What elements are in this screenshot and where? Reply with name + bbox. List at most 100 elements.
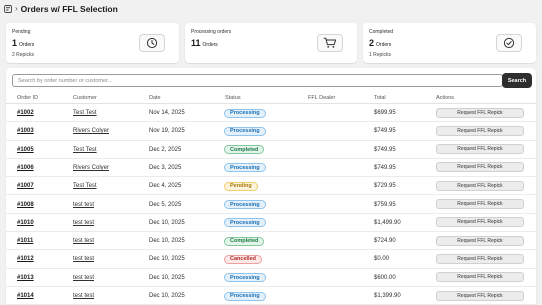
order-total: $729.95: [374, 183, 396, 190]
order-total: $749.95: [374, 128, 396, 135]
status-badge: Pending: [224, 181, 258, 191]
customer-link[interactable]: test test: [73, 202, 94, 208]
column-header-date: Date: [149, 95, 161, 101]
card-label: Processing orders: [191, 29, 232, 35]
customer-link[interactable]: Rivers Colyer: [73, 128, 109, 134]
column-header-order-id: Order ID: [17, 95, 39, 101]
card-label: Completed: [369, 29, 394, 35]
request-ffl-repick-button[interactable]: Request FFL Repick: [436, 125, 524, 136]
card-count: 1 Orders: [12, 38, 34, 48]
completed-card: Completed 2 Orders 1 Repicks: [363, 23, 536, 63]
order-id-link[interactable]: #1007: [17, 183, 34, 189]
request-ffl-repick-button[interactable]: Request FFL Repick: [436, 144, 524, 155]
order-date: Dec 10, 2025: [149, 256, 185, 263]
search-button[interactable]: Search: [502, 73, 532, 88]
order-date: Dec 2, 2025: [149, 146, 182, 153]
request-ffl-repick-button[interactable]: Request FFL Repick: [436, 272, 524, 283]
orders-panel: Search Order ID Customer Date Status FFL…: [6, 68, 536, 305]
card-count-value: 11: [191, 38, 201, 48]
cart-icon: [317, 34, 343, 52]
order-total: $749.95: [374, 164, 396, 171]
check-circle-icon: [496, 34, 522, 52]
order-id-link[interactable]: #1002: [17, 110, 34, 116]
card-count-unit: Orders: [202, 42, 218, 48]
table-row: #1012 test test Dec 10, 2025 Cancelled $0.00…: [6, 250, 536, 269]
card-count-unit: Orders: [19, 42, 35, 48]
order-total: $600.00: [374, 274, 396, 281]
request-ffl-repick-button[interactable]: Request FFL Repick: [436, 162, 524, 173]
customer-link[interactable]: Test Test: [73, 110, 97, 116]
card-count-unit: Orders: [376, 42, 392, 48]
order-date: Dec 4, 2025: [149, 183, 182, 190]
order-date: Dec 10, 2025: [149, 219, 185, 226]
order-id-link[interactable]: #1013: [17, 275, 34, 281]
table-row: #1008 test test Dec 5, 2025 Processing $759.…: [6, 196, 536, 214]
column-header-status: Status: [225, 95, 241, 101]
request-ffl-repick-button[interactable]: Request FFL Repick: [436, 199, 524, 209]
customer-link[interactable]: test test: [73, 293, 94, 299]
status-badge: Completed: [224, 145, 265, 155]
order-date: Nov 14, 2025: [149, 110, 185, 116]
card-subtext: 1 Repicks: [369, 52, 391, 58]
customer-link[interactable]: Rivers Colyer: [73, 165, 109, 171]
pending-card: Pending 1 Orders 2 Repicks: [6, 23, 179, 63]
status-badge: Processing: [224, 108, 266, 118]
top-bar: › Orders w/ FFL Selection: [0, 0, 542, 18]
request-ffl-repick-button[interactable]: Request FFL Repick: [436, 253, 524, 264]
order-id-link[interactable]: #1014: [17, 293, 34, 299]
order-date: Dec 10, 2025: [149, 274, 185, 281]
request-ffl-repick-button[interactable]: Request FFL Repick: [436, 180, 524, 191]
app-logo-icon[interactable]: [4, 5, 12, 13]
column-header-total: Total: [374, 95, 386, 101]
request-ffl-repick-button[interactable]: Request FFL Repick: [436, 107, 524, 118]
order-id-link[interactable]: #1006: [17, 165, 34, 171]
order-total: $749.95: [374, 146, 396, 153]
request-ffl-repick-button[interactable]: Request FFL Repick: [436, 217, 524, 228]
table-header: Order ID Customer Date Status FFL Dealer…: [6, 92, 536, 104]
order-date: Dec 5, 2025: [149, 201, 182, 208]
card-count-value: 2: [369, 38, 375, 48]
card-label: Pending: [12, 29, 31, 35]
customer-link[interactable]: Test Test: [73, 183, 97, 189]
customer-link[interactable]: test test: [73, 275, 94, 281]
card-count: 2 Orders: [369, 38, 391, 48]
customer-link[interactable]: test test: [73, 220, 94, 226]
column-header-actions: Actions: [436, 95, 455, 101]
request-ffl-repick-button[interactable]: Request FFL Repick: [436, 235, 524, 246]
table-row: #1002 Test Test Nov 14, 2025 Processing $699…: [6, 104, 536, 123]
order-id-link[interactable]: #1010: [17, 220, 34, 226]
order-total: $759.95: [374, 201, 396, 208]
order-id-link[interactable]: #1012: [17, 256, 34, 262]
status-badge: Processing: [224, 126, 266, 136]
order-id-link[interactable]: #1008: [17, 202, 34, 208]
order-total: $1,499.90: [374, 219, 401, 226]
status-badge: Processing: [224, 291, 266, 301]
table-row: #1011 test test Dec 10, 2025 Completed $724.…: [6, 232, 536, 251]
table-row: #1003 Rivers Colyer Nov 19, 2025 Processing…: [6, 122, 536, 141]
page-title: Orders w/ FFL Selection: [20, 4, 118, 14]
customer-link[interactable]: Test Test: [73, 147, 97, 153]
request-ffl-repick-button[interactable]: Request FFL Repick: [436, 290, 524, 301]
order-total: $1,399.90: [374, 293, 401, 299]
order-total: $724.90: [374, 238, 396, 245]
status-badge: Completed: [224, 236, 265, 246]
card-count-value: 1: [12, 38, 18, 48]
order-id-link[interactable]: #1003: [17, 128, 34, 134]
processing-card: Processing orders 11 Orders: [185, 23, 357, 63]
card-count: 11 Orders: [191, 38, 218, 48]
customer-link[interactable]: test test: [73, 256, 94, 262]
table-row: #1005 Test Test Dec 2, 2025 Completed $749.9…: [6, 141, 536, 159]
order-date: Dec 10, 2025: [149, 238, 185, 245]
order-id-link[interactable]: #1005: [17, 147, 34, 153]
card-subtext: 2 Repicks: [12, 52, 34, 58]
customer-link[interactable]: test test: [73, 238, 94, 244]
clock-icon: [139, 34, 165, 52]
order-date: Dec 3, 2025: [149, 164, 182, 171]
search-input[interactable]: [12, 74, 503, 87]
table-row: #1006 Rivers Colyer Dec 3, 2025 Processing $…: [6, 159, 536, 178]
order-id-link[interactable]: #1011: [17, 238, 33, 244]
order-total: $0.00: [374, 256, 390, 263]
order-date: Nov 19, 2025: [149, 128, 185, 135]
status-badge: Processing: [224, 163, 266, 173]
order-date: Dec 10, 2025: [149, 293, 185, 299]
